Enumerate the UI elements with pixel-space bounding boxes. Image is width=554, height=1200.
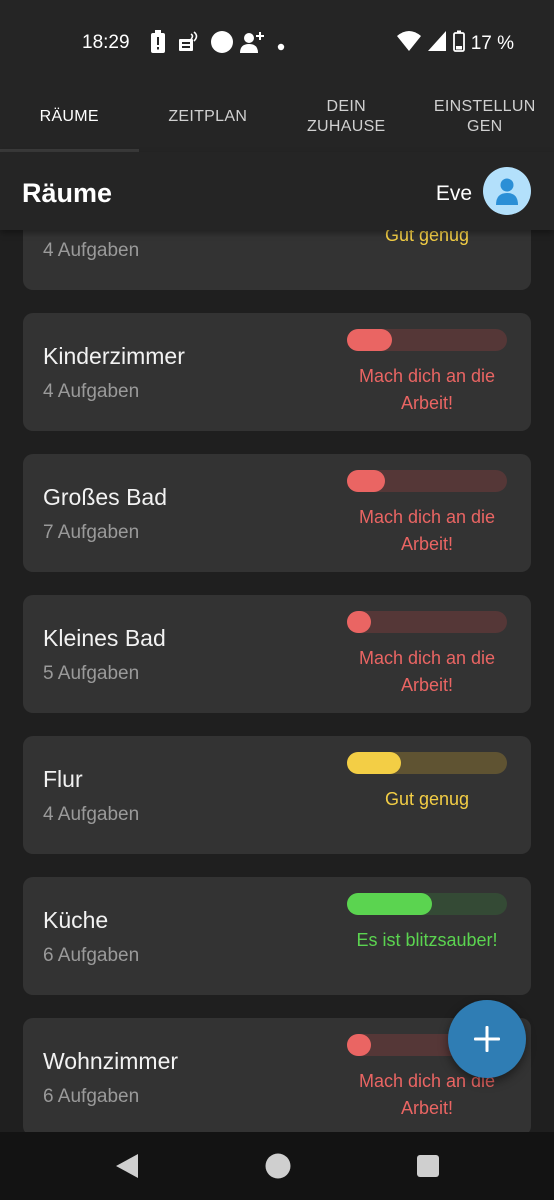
avatar[interactable] bbox=[483, 167, 531, 215]
cleanliness-progress-bar bbox=[347, 752, 507, 774]
circle-icon bbox=[210, 30, 234, 59]
room-name: Wohnzimmer bbox=[43, 1048, 179, 1074]
progress-fill bbox=[347, 329, 392, 351]
battery-icon bbox=[452, 30, 465, 57]
room-status-text: Mach dich an die Arbeit! bbox=[358, 507, 496, 554]
battery-alert-icon bbox=[150, 30, 166, 59]
progress-fill bbox=[347, 611, 371, 633]
sim-icon bbox=[178, 30, 200, 59]
signal-icon bbox=[427, 30, 447, 57]
tab-raeume[interactable]: RÄUME bbox=[0, 82, 139, 152]
page-header: Räume Eve bbox=[0, 152, 554, 230]
person-icon bbox=[496, 178, 518, 205]
progress-fill bbox=[347, 470, 385, 492]
room-name: Großes Bad bbox=[43, 484, 167, 510]
room-card[interactable]: Küche 6 Aufgaben Es ist blitzsauber! bbox=[23, 877, 531, 995]
room-task-count: 6 Aufgaben bbox=[43, 945, 140, 966]
room-task-count: 6 Aufgaben bbox=[43, 1086, 140, 1107]
system-nav-bar bbox=[0, 1132, 554, 1200]
room-card[interactable]: Flur 4 Aufgaben Gut genug bbox=[23, 736, 531, 854]
room-name: Kleines Bad bbox=[43, 625, 166, 651]
cleanliness-progress-bar bbox=[347, 470, 507, 492]
progress-fill bbox=[347, 893, 432, 915]
wifi-icon bbox=[396, 30, 421, 57]
room-status-text: Es ist blitzsauber! bbox=[356, 930, 498, 950]
status-right-group: 17 % bbox=[396, 30, 514, 57]
room-task-count: 4 Aufgaben bbox=[43, 381, 140, 402]
tab-dein-zuhause[interactable]: DEIN ZUHAUSE bbox=[277, 82, 416, 152]
back-icon[interactable] bbox=[114, 1152, 140, 1185]
room-status-text: Mach dich an die Arbeit! bbox=[358, 648, 496, 695]
status-bar: 18:29 17 % bbox=[0, 0, 554, 82]
tab-label: EINSTELLUNGEN bbox=[433, 98, 536, 135]
room-card[interactable]: Schlafzimmer4 AufgabenGut genug bbox=[23, 230, 531, 290]
user-name: Eve bbox=[435, 182, 472, 205]
tab-einstellungen[interactable]: EINSTELLUNGEN bbox=[416, 82, 554, 152]
room-card[interactable]: Kleines Bad 5 Aufgaben Mach dich an die Ar… bbox=[23, 595, 531, 713]
room-status-text: Gut genug bbox=[384, 230, 470, 245]
room-status-text: Gut genug bbox=[384, 789, 470, 809]
room-list[interactable]: Schlafzimmer4 AufgabenGut genugKinderzim… bbox=[0, 230, 554, 1132]
room-task-count: 4 Aufgaben bbox=[43, 240, 140, 261]
dot-icon bbox=[277, 38, 285, 56]
page-title: Räume bbox=[22, 178, 113, 208]
room-task-count: 4 Aufgaben bbox=[43, 804, 140, 825]
room-task-count: 7 Aufgaben bbox=[43, 522, 140, 543]
room-name: Kinderzimmer bbox=[43, 343, 185, 369]
plus-icon bbox=[474, 1026, 500, 1052]
add-person-icon bbox=[240, 30, 266, 59]
progress-fill bbox=[347, 1034, 371, 1056]
cleanliness-progress-bar bbox=[347, 611, 507, 633]
room-card[interactable]: Großes Bad 7 Aufgaben Mach dich an die Arb… bbox=[23, 454, 531, 572]
room-status-text: Mach dich an die Arbeit! bbox=[358, 366, 496, 413]
cleanliness-progress-bar bbox=[347, 329, 507, 351]
tab-label: ZEITPLAN bbox=[168, 108, 248, 125]
room-name: Flur bbox=[43, 766, 83, 792]
room-card[interactable]: Kinderzimmer 4 Aufgaben Mach dich an die A… bbox=[23, 313, 531, 431]
battery-percent: 17 % bbox=[470, 32, 514, 54]
status-time: 18:29 bbox=[82, 32, 130, 53]
home-icon[interactable] bbox=[264, 1152, 292, 1185]
progress-fill bbox=[347, 752, 401, 774]
add-room-button[interactable] bbox=[448, 1000, 526, 1078]
tab-label: DEIN ZUHAUSE bbox=[306, 98, 386, 135]
tab-bar: RÄUME ZEITPLAN DEIN ZUHAUSE EINSTELLUNGE… bbox=[0, 82, 554, 152]
tab-zeitplan[interactable]: ZEITPLAN bbox=[139, 82, 278, 152]
room-task-count: 5 Aufgaben bbox=[43, 663, 140, 684]
cleanliness-progress-bar bbox=[347, 893, 507, 915]
app-screen: 18:29 17 % RÄUME ZEITPLAN DEIN ZUHAUSE E… bbox=[0, 0, 554, 1200]
room-name: Küche bbox=[43, 907, 109, 933]
tab-label: RÄUME bbox=[39, 108, 99, 125]
recents-icon[interactable] bbox=[416, 1154, 440, 1183]
